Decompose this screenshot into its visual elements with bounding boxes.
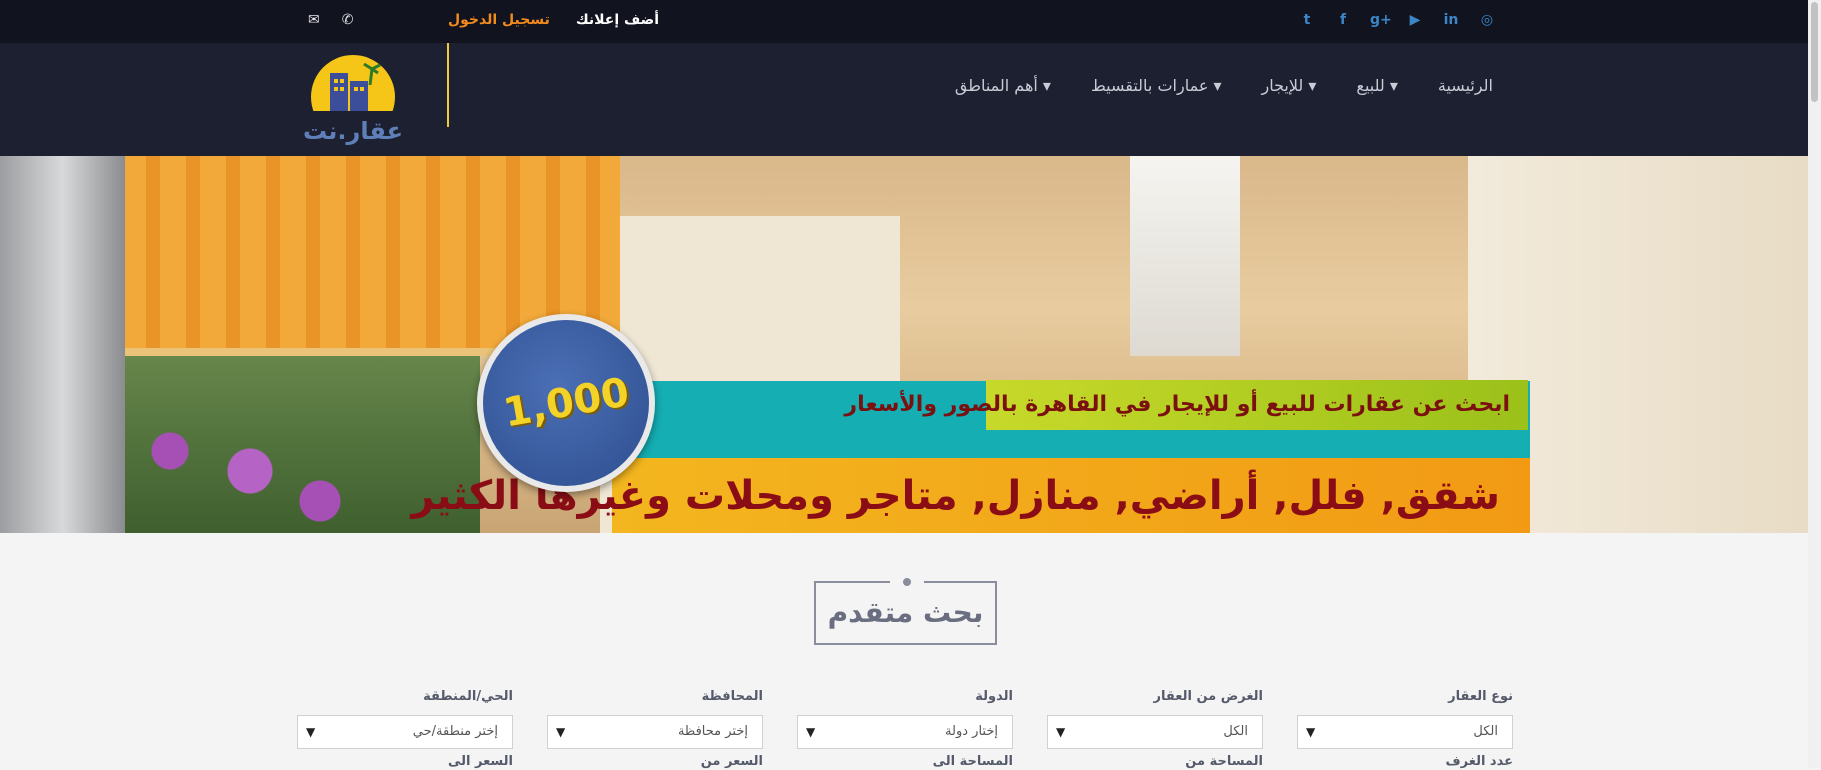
field-property-type: نوع العقار الكل ▼ bbox=[1297, 689, 1513, 749]
property-purpose-select[interactable]: الكل ▼ bbox=[1047, 715, 1263, 749]
main-nav: الرئيسية للبيع ▾ للإيجار ▾ عمارات بالتقس… bbox=[955, 76, 1493, 96]
governorate-select[interactable]: إختر محافظة ▼ bbox=[547, 715, 763, 749]
contact-icons: ✉ ✆ bbox=[308, 11, 353, 29]
nav-top-areas[interactable]: أهم المناطق ▾ bbox=[955, 76, 1051, 96]
hero-headline-band: شقق, فلل, أراضي, منازل, متاجر ومحلات وغي… bbox=[411, 458, 1530, 533]
hero-badge: 1,000 bbox=[477, 314, 655, 492]
property-type-label: نوع العقار bbox=[1448, 689, 1513, 704]
envelope-icon[interactable]: ✉ bbox=[308, 11, 320, 29]
dropdown-arrow-icon: ▼ bbox=[1306, 725, 1316, 739]
district-select[interactable]: إختر منطقة/حي ▼ bbox=[297, 715, 513, 749]
advanced-search-heading: بحث متقدم bbox=[827, 596, 984, 629]
country-value: إختار دولة bbox=[945, 724, 998, 739]
main-header: عقار.نت الرئيسية للبيع ▾ للإيجار ▾ عمارا… bbox=[0, 43, 1808, 156]
hero-fridge bbox=[0, 156, 125, 533]
field-governorate: المحافظة إختر محافظة ▼ bbox=[547, 689, 763, 749]
property-type-select[interactable]: الكل ▼ bbox=[1297, 715, 1513, 749]
property-purpose-label: الغرض من العقار bbox=[1153, 689, 1263, 704]
hero-banner: ابحث عن عقارات للبيع أو للإيجار في القاه… bbox=[0, 156, 1808, 533]
field-property-purpose: الغرض من العقار الكل ▼ bbox=[1047, 689, 1263, 749]
hero-range-hood bbox=[1130, 156, 1240, 356]
country-label: الدولة bbox=[975, 689, 1013, 704]
field-country: الدولة إختار دولة ▼ bbox=[797, 689, 1013, 749]
facebook-icon[interactable]: f bbox=[1334, 11, 1352, 29]
site-logo[interactable]: عقار.نت bbox=[300, 55, 406, 147]
add-ad-link[interactable]: أضف إعلانك bbox=[576, 11, 659, 29]
logo-text: عقار.نت bbox=[303, 117, 403, 145]
linkedin-icon[interactable]: in bbox=[1442, 11, 1460, 29]
nav-for-sale[interactable]: للبيع ▾ bbox=[1356, 76, 1397, 96]
country-select[interactable]: إختار دولة ▼ bbox=[797, 715, 1013, 749]
hero-badge-text: 1,000 bbox=[499, 369, 633, 437]
header-divider bbox=[447, 43, 449, 127]
login-link[interactable]: تسجيل الدخول bbox=[448, 11, 550, 29]
hero-tagline: ابحث عن عقارات للبيع أو للإيجار في القاه… bbox=[844, 392, 1510, 417]
dropdown-arrow-icon: ▼ bbox=[1056, 725, 1066, 739]
advanced-search-title: بحث متقدم bbox=[814, 575, 997, 645]
phone-icon[interactable]: ✆ bbox=[342, 11, 354, 29]
youtube-icon[interactable]: ▶ bbox=[1406, 11, 1424, 29]
scrollbar-thumb[interactable] bbox=[1811, 2, 1818, 102]
district-label: الحي/المنطقة bbox=[423, 689, 513, 704]
nav-for-rent[interactable]: للإيجار ▾ bbox=[1261, 76, 1316, 96]
dropdown-arrow-icon: ▼ bbox=[806, 725, 816, 739]
governorate-label: المحافظة bbox=[701, 689, 763, 704]
google-plus-icon[interactable]: g+ bbox=[1370, 11, 1392, 29]
dropdown-arrow-icon: ▼ bbox=[556, 725, 566, 739]
dropdown-arrow-icon: ▼ bbox=[306, 725, 316, 739]
top-links: تسجيل الدخول أضف إعلانك bbox=[448, 11, 659, 29]
field-district: الحي/المنطقة إختر منطقة/حي ▼ bbox=[297, 689, 513, 749]
social-links: t f g+ ▶ in ◎ bbox=[1298, 11, 1496, 29]
district-value: إختر منطقة/حي bbox=[412, 724, 498, 739]
title-dot bbox=[900, 575, 914, 589]
twitter-icon[interactable]: t bbox=[1298, 11, 1316, 29]
governorate-value: إختر محافظة bbox=[677, 724, 748, 739]
page-scrollbar[interactable] bbox=[1808, 0, 1821, 768]
top-bar: ✉ ✆ تسجيل الدخول أضف إعلانك t f g+ ▶ in … bbox=[0, 0, 1808, 43]
hero-tagline-band: ابحث عن عقارات للبيع أو للإيجار في القاه… bbox=[844, 380, 1528, 430]
nav-installment-buildings[interactable]: عمارات بالتقسيط ▾ bbox=[1091, 76, 1222, 96]
property-type-value: الكل bbox=[1473, 724, 1498, 739]
property-purpose-value: الكل bbox=[1223, 724, 1248, 739]
nav-home[interactable]: الرئيسية bbox=[1438, 76, 1493, 96]
instagram-icon[interactable]: ◎ bbox=[1478, 11, 1496, 29]
hero-flowers bbox=[130, 411, 360, 533]
